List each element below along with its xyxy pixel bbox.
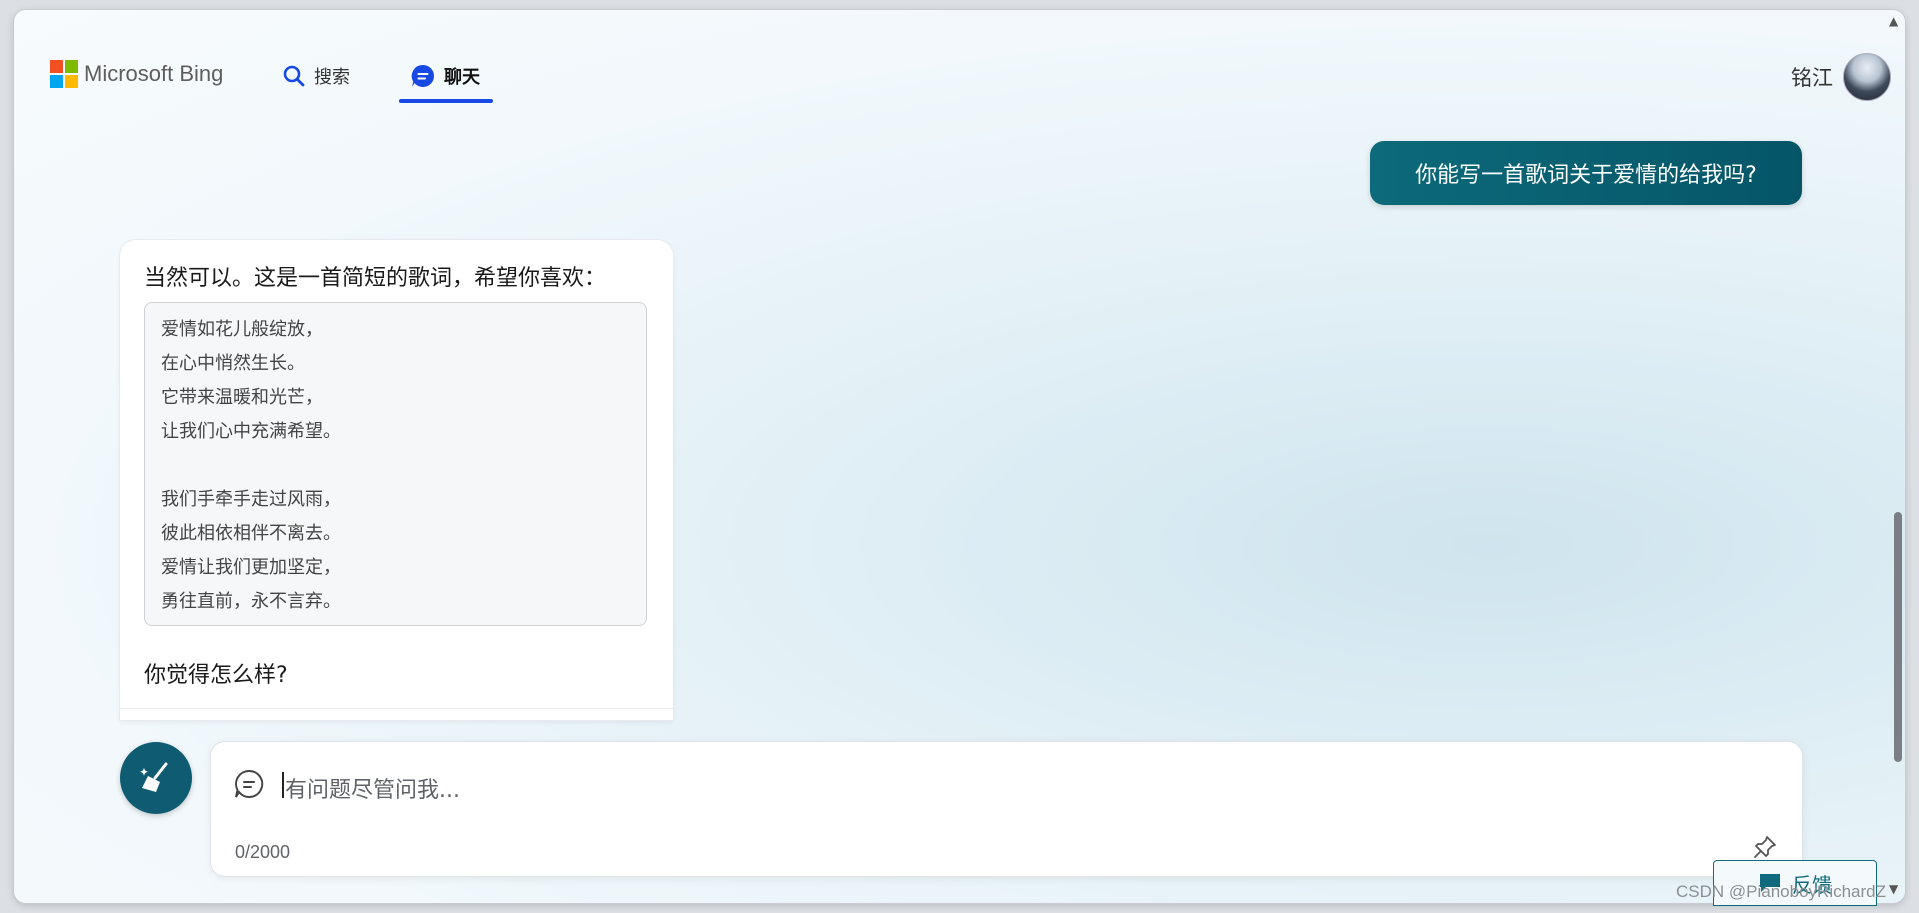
scroll-down-arrow-icon[interactable]: ▼	[1889, 882, 1898, 896]
lyrics-line: 它带来温暖和光芒，	[161, 387, 323, 408]
lyrics-line: 彼此相依相伴不离去。	[161, 523, 341, 544]
tab-search[interactable]: 搜索	[282, 58, 350, 94]
tab-search-label: 搜索	[314, 67, 350, 88]
scroll-up-arrow-icon[interactable]: ▲	[1889, 14, 1898, 28]
bot-question-text: 你觉得怎么样?	[144, 663, 288, 688]
chat-input-placeholder[interactable]: 有问题尽管问我...	[285, 772, 460, 804]
avatar[interactable]	[1843, 53, 1891, 101]
microsoft-bing-logo[interactable]: Microsoft Bing	[50, 60, 223, 88]
lyrics-line: 勇往直前，永不言弃。	[161, 591, 341, 612]
broom-icon	[140, 762, 168, 792]
bot-reply-card: 当然可以。这是一首简短的歌词，希望你喜欢： 爱情如花儿般绽放， 在心中悄然生长。…	[120, 240, 673, 720]
bot-intro-text: 当然可以。这是一首简短的歌词，希望你喜欢：	[144, 266, 607, 291]
lyrics-line: 爱情让我们更加坚定，	[161, 557, 341, 578]
logo-text: Microsoft Bing	[84, 61, 224, 86]
user-message-bubble: 你能写一首歌词关于爱情的给我吗?	[1370, 141, 1802, 205]
chat-input-box[interactable]: 有问题尽管问我... 0/2000	[211, 742, 1802, 876]
chat-bubble-icon	[233, 768, 265, 804]
lyrics-line: 我们手牵手走过风雨，	[161, 489, 341, 510]
user-name: 铭江	[1791, 66, 1833, 90]
text-caret	[282, 772, 284, 798]
scrollbar-track[interactable]	[1891, 10, 1905, 903]
bing-chat-window: Microsoft Bing 搜索 聊天 铭江 你能写一首歌词关于爱情的给我吗?…	[14, 10, 1905, 903]
scrollbar-thumb[interactable]	[1894, 512, 1902, 762]
search-icon	[282, 64, 306, 88]
lyrics-code-block: 爱情如花儿般绽放， 在心中悄然生长。 它带来温暖和光芒， 让我们心中充满希望。 …	[144, 302, 647, 626]
lyrics-line: 爱情如花儿般绽放，	[161, 319, 323, 340]
tab-chat-label: 聊天	[444, 67, 480, 88]
top-header: Microsoft Bing 搜索 聊天 铭江	[14, 10, 1905, 110]
lyrics-line: 让我们心中充满希望。	[161, 421, 341, 442]
char-count: 0/2000	[235, 842, 291, 862]
watermark: CSDN @PianoboyRichardZ	[1676, 882, 1887, 901]
microsoft-logo-icon	[50, 60, 78, 88]
chat-icon	[410, 63, 436, 89]
tab-chat[interactable]: 聊天	[410, 58, 480, 94]
user-profile[interactable]: 铭江	[1791, 53, 1891, 101]
lyrics-line	[161, 449, 630, 483]
active-tab-indicator	[399, 99, 493, 103]
lyrics-line: 在心中悄然生长。	[161, 353, 305, 374]
card-divider	[120, 708, 673, 709]
new-topic-button[interactable]	[120, 742, 192, 814]
